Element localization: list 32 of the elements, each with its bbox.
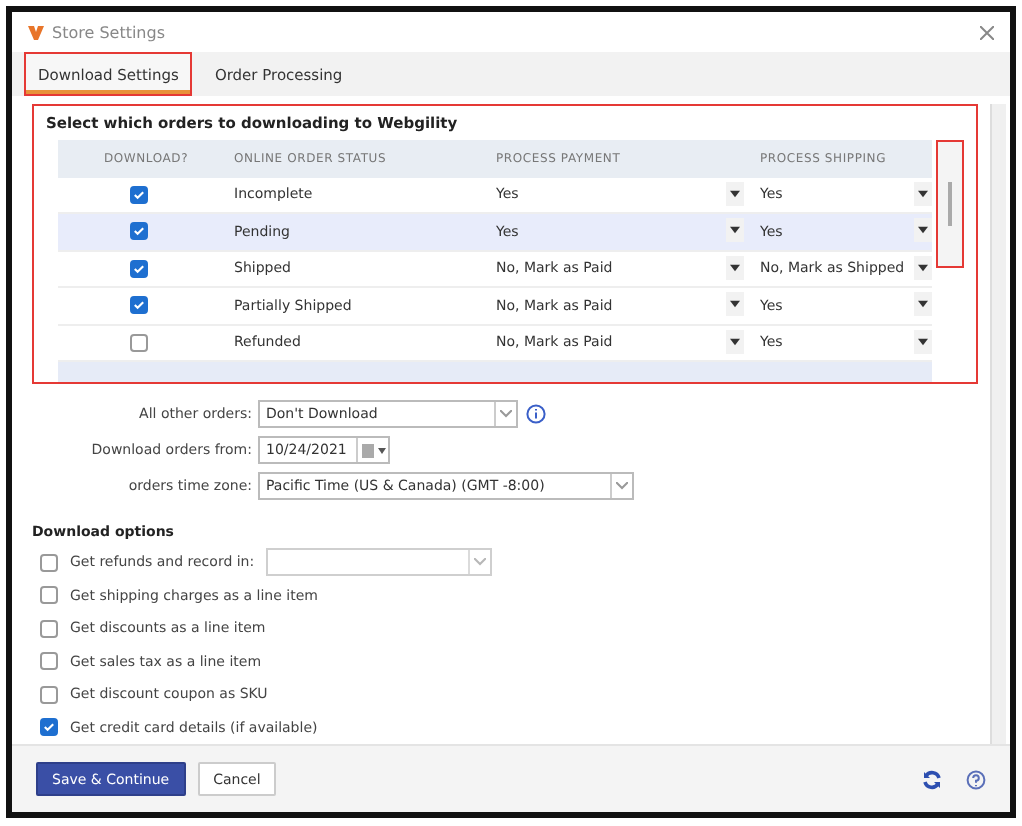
caret-icon	[918, 226, 928, 235]
caret-icon	[730, 226, 740, 235]
chevron-down-icon	[474, 558, 487, 567]
caret-icon	[918, 189, 928, 198]
checkbox[interactable]	[129, 222, 147, 241]
window-title: Store Settings	[52, 23, 165, 41]
checkbox[interactable]	[129, 185, 147, 204]
caret-icon	[730, 337, 740, 346]
caret-icon	[918, 263, 928, 272]
chevron-down-icon	[500, 410, 512, 418]
checkbox[interactable]	[40, 619, 58, 638]
chevron-down-icon	[616, 482, 628, 490]
caret-icon	[918, 300, 928, 309]
checkbox[interactable]	[40, 718, 58, 737]
checkbox[interactable]	[129, 296, 147, 315]
checkbox[interactable]	[40, 553, 58, 572]
info-icon[interactable]	[526, 404, 546, 424]
checkbox[interactable]	[40, 685, 58, 704]
caret-icon	[918, 337, 928, 346]
checkbox[interactable]	[129, 333, 147, 352]
scrollbar[interactable]	[936, 140, 964, 268]
close-icon[interactable]	[980, 25, 994, 39]
help-icon[interactable]	[966, 769, 986, 789]
caret-icon	[730, 189, 740, 198]
checkbox[interactable]	[40, 652, 58, 671]
caret-icon	[730, 300, 740, 309]
checkbox[interactable]	[40, 586, 58, 605]
checkbox[interactable]	[129, 259, 147, 278]
calendar-icon	[361, 443, 385, 457]
caret-icon	[730, 263, 740, 272]
refresh-icon[interactable]	[922, 769, 942, 789]
logo-icon	[28, 25, 44, 39]
